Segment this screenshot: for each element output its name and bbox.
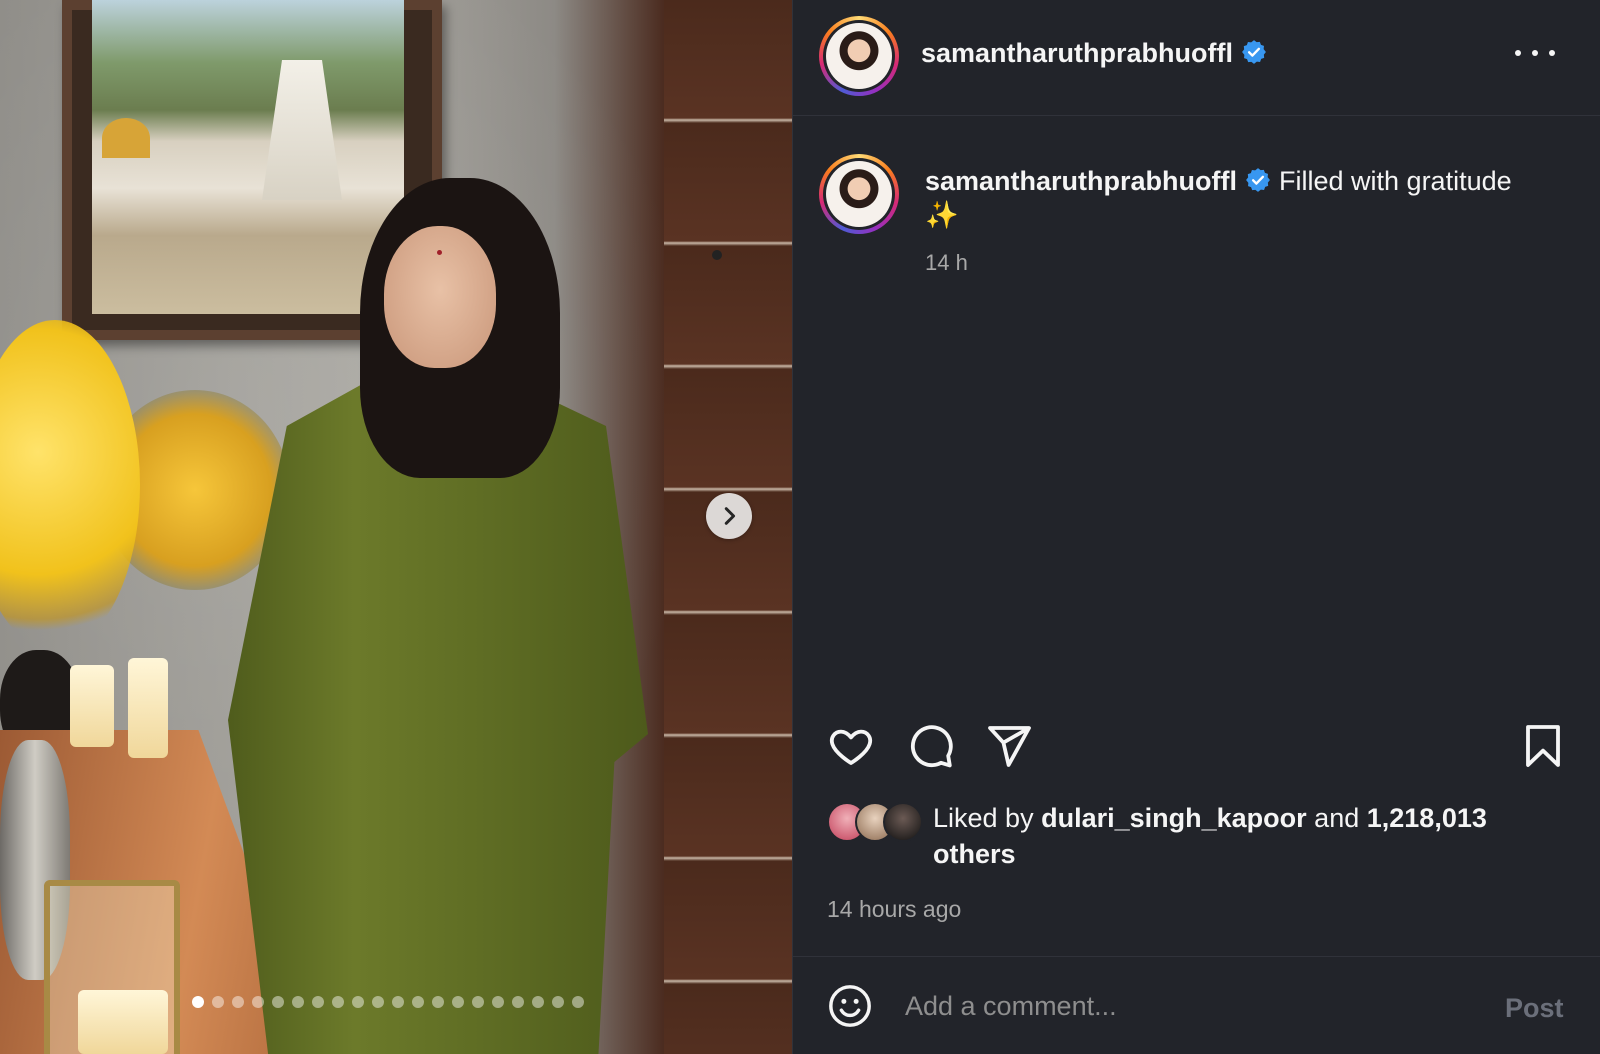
avatar-image (826, 161, 892, 227)
carousel-dot (212, 996, 224, 1008)
post-actions (827, 722, 1567, 772)
carousel-dot (572, 996, 584, 1008)
golden-dome (102, 118, 150, 158)
chevron-right-icon (724, 507, 736, 525)
caption-username[interactable]: samantharuthprabhuoffl (925, 166, 1237, 196)
comment-bar: Post (793, 956, 1600, 1054)
author-avatar[interactable] (819, 16, 899, 96)
likes-connector: and (1314, 803, 1360, 833)
comment-icon (910, 725, 953, 768)
candle (78, 990, 168, 1054)
carousel-dot (352, 996, 364, 1008)
carousel-dot (232, 996, 244, 1008)
post-media[interactable] (0, 0, 792, 1054)
more-dot (1549, 50, 1555, 56)
carousel-dot (492, 996, 504, 1008)
carousel-dot (332, 996, 344, 1008)
carousel-dot (392, 996, 404, 1008)
carousel-dot (452, 996, 464, 1008)
candle (70, 665, 114, 747)
more-dot (1532, 50, 1538, 56)
carousel-dot (472, 996, 484, 1008)
caption-avatar[interactable] (819, 154, 899, 234)
sparkles-emoji: ✨ (925, 200, 959, 231)
carousel-dot (552, 996, 564, 1008)
caption-timestamp[interactable]: 14 h (925, 250, 968, 276)
caption-text: Filled with gratitude (1279, 166, 1512, 196)
heart-icon (829, 729, 873, 765)
bookmark-icon (1526, 725, 1560, 767)
face (384, 226, 496, 368)
liked-user-link[interactable]: dulari_singh_kapoor (1041, 803, 1307, 833)
more-horizontal-icon (1515, 50, 1521, 56)
like-button[interactable] (827, 722, 875, 775)
liked-by-avatars[interactable] (827, 802, 927, 842)
likes-others[interactable]: others (933, 839, 1016, 869)
carousel-dot (312, 996, 324, 1008)
more-options-button[interactable] (1515, 38, 1555, 68)
avatar-image (826, 23, 892, 89)
post-comment-button[interactable]: Post (1505, 993, 1564, 1024)
carousel-dot (372, 996, 384, 1008)
carousel-dot (412, 996, 424, 1008)
carousel-dot (512, 996, 524, 1008)
emoji-button[interactable] (827, 983, 873, 1034)
author-username[interactable]: samantharuthprabhuoffl (921, 38, 1233, 68)
carousel-dot (432, 996, 444, 1008)
verified-badge-icon (1242, 40, 1266, 64)
emoji-smile-icon (829, 985, 871, 1027)
candle (128, 658, 168, 758)
share-icon (988, 726, 1031, 767)
bindi (437, 250, 442, 255)
carousel-dot (292, 996, 304, 1008)
carousel-dot (532, 996, 544, 1008)
comment-input[interactable] (905, 981, 1465, 1031)
liked-by-prefix: Liked by (933, 803, 1034, 833)
carousel-dot (272, 996, 284, 1008)
carousel-dot (192, 996, 204, 1008)
instagram-post-modal: samantharuthprabhuoffl samantharuthprabh… (0, 0, 1600, 1054)
door-knob (712, 250, 722, 260)
liker-avatar[interactable] (883, 802, 923, 842)
next-slide-button[interactable] (706, 493, 752, 539)
verified-badge-icon (1246, 168, 1270, 192)
post-details-panel: samantharuthprabhuoffl samantharuthprabh… (792, 0, 1600, 1054)
save-button[interactable] (1519, 722, 1567, 775)
carousel-indicator (192, 996, 584, 1008)
author-username-link[interactable]: samantharuthprabhuoffl (921, 38, 1267, 69)
post-time-ago[interactable]: 14 hours ago (827, 896, 961, 923)
post-caption: samantharuthprabhuoffl Filled with grati… (925, 164, 1565, 233)
post-header: samantharuthprabhuoffl (793, 0, 1600, 116)
likes-count[interactable]: 1,218,013 (1367, 803, 1487, 833)
likes-text: Liked by dulari_singh_kapoor and 1,218,0… (933, 800, 1553, 872)
comment-button[interactable] (907, 722, 955, 775)
share-button[interactable] (985, 722, 1033, 775)
carousel-dot (252, 996, 264, 1008)
